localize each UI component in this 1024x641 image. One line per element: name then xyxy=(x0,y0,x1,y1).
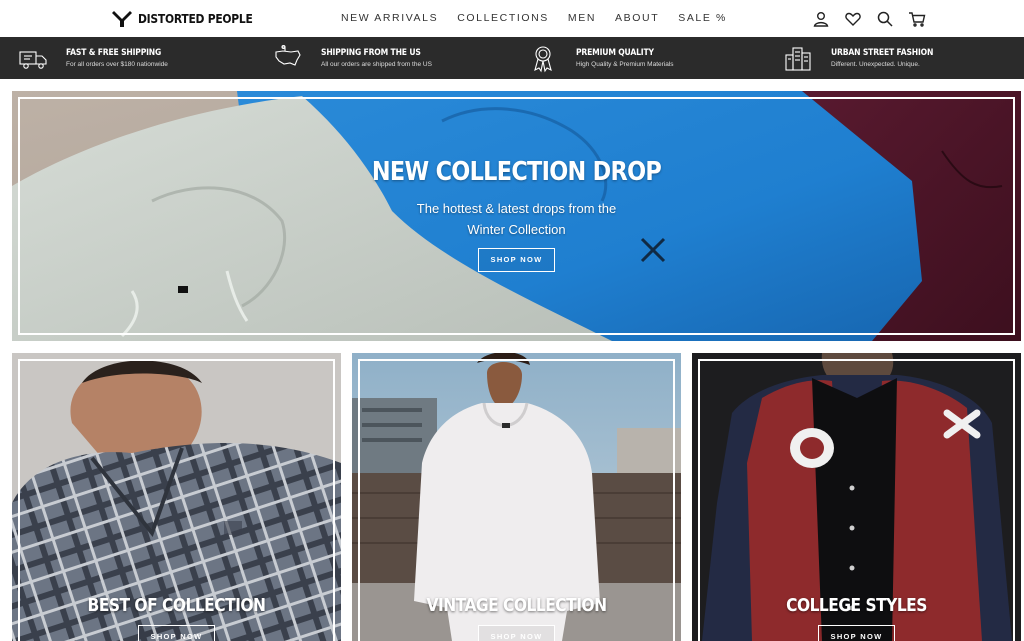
award-ribbon-icon xyxy=(534,46,552,73)
benefit-premium-quality: PREMIUM QUALITY High Quality & Premium M… xyxy=(528,37,674,79)
tile-college-styles[interactable]: COLLEGE STYLES SHOP NOW xyxy=(692,353,1021,641)
crossed-tools-logo-icon xyxy=(112,11,132,27)
benefit-urban-fashion: URBAN STREET FASHION Different. Unexpect… xyxy=(783,37,945,79)
cart-icon[interactable] xyxy=(908,10,926,28)
benefit-subtitle: For all orders over $180 nationwide xyxy=(66,61,168,68)
tile-best-of-collection[interactable]: BEST OF COLLECTION SHOP NOW xyxy=(12,353,341,641)
usa-map-icon xyxy=(275,44,301,66)
heart-icon[interactable] xyxy=(844,10,862,28)
benefit-us-shipping: SHIPPING FROM THE US All our orders are … xyxy=(273,37,432,79)
benefit-title: PREMIUM QUALITY xyxy=(576,48,654,58)
main-nav: NEW ARRIVALS COLLECTIONS MEN ABOUT SALE … xyxy=(341,12,746,24)
hero-banner[interactable]: NEW COLLECTION DROP The hottest & latest… xyxy=(12,91,1021,341)
benefit-title: FAST & FREE SHIPPING xyxy=(66,48,162,58)
benefit-subtitle: High Quality & Premium Materials xyxy=(576,61,674,68)
nav-new-arrivals[interactable]: NEW ARRIVALS xyxy=(341,12,438,24)
brand-logo[interactable]: DISTORTED PEOPLE xyxy=(112,9,271,27)
user-icon[interactable] xyxy=(812,10,830,28)
brand-name: DISTORTED PEOPLE xyxy=(138,10,253,26)
tile-shop-now-button[interactable]: SHOP NOW xyxy=(138,625,215,641)
benefit-subtitle: All our orders are shipped from the US xyxy=(321,61,432,68)
benefit-fast-shipping: FAST & FREE SHIPPING For all orders over… xyxy=(18,37,172,79)
benefit-title: URBAN STREET FASHION xyxy=(831,48,934,58)
benefit-title: SHIPPING FROM THE US xyxy=(321,48,421,58)
nav-sale[interactable]: SALE % xyxy=(678,12,727,24)
tile-shop-now-button[interactable]: SHOP NOW xyxy=(478,625,555,641)
nav-collections[interactable]: COLLECTIONS xyxy=(457,12,549,24)
tile-title: VINTAGE COLLECTION xyxy=(426,595,607,616)
header-actions xyxy=(812,10,926,28)
hero-subtitle-line-1: The hottest & latest drops from the xyxy=(416,201,617,216)
site-header: DISTORTED PEOPLE NEW ARRIVALS COLLECTION… xyxy=(0,0,1024,37)
hero-shop-now-button[interactable]: SHOP NOW xyxy=(478,248,555,272)
tile-vintage-collection[interactable]: VINTAGE COLLECTION SHOP NOW xyxy=(352,353,681,641)
hoodies-hero-image xyxy=(12,91,1021,341)
nav-about[interactable]: ABOUT xyxy=(615,12,659,24)
delivery-truck-icon xyxy=(19,51,47,69)
tile-shop-now-button[interactable]: SHOP NOW xyxy=(818,625,895,641)
benefits-bar: FAST & FREE SHIPPING For all orders over… xyxy=(0,37,1024,79)
tile-title: COLLEGE STYLES xyxy=(786,595,927,616)
nav-men[interactable]: MEN xyxy=(568,12,596,24)
tile-title: BEST OF COLLECTION xyxy=(87,595,266,616)
search-icon[interactable] xyxy=(876,10,894,28)
city-buildings-icon xyxy=(785,47,811,71)
benefit-subtitle: Different. Unexpected. Unique. xyxy=(831,61,920,68)
hero-subtitle-line-2: Winter Collection xyxy=(467,222,566,237)
hero-title: NEW COLLECTION DROP xyxy=(371,157,662,187)
